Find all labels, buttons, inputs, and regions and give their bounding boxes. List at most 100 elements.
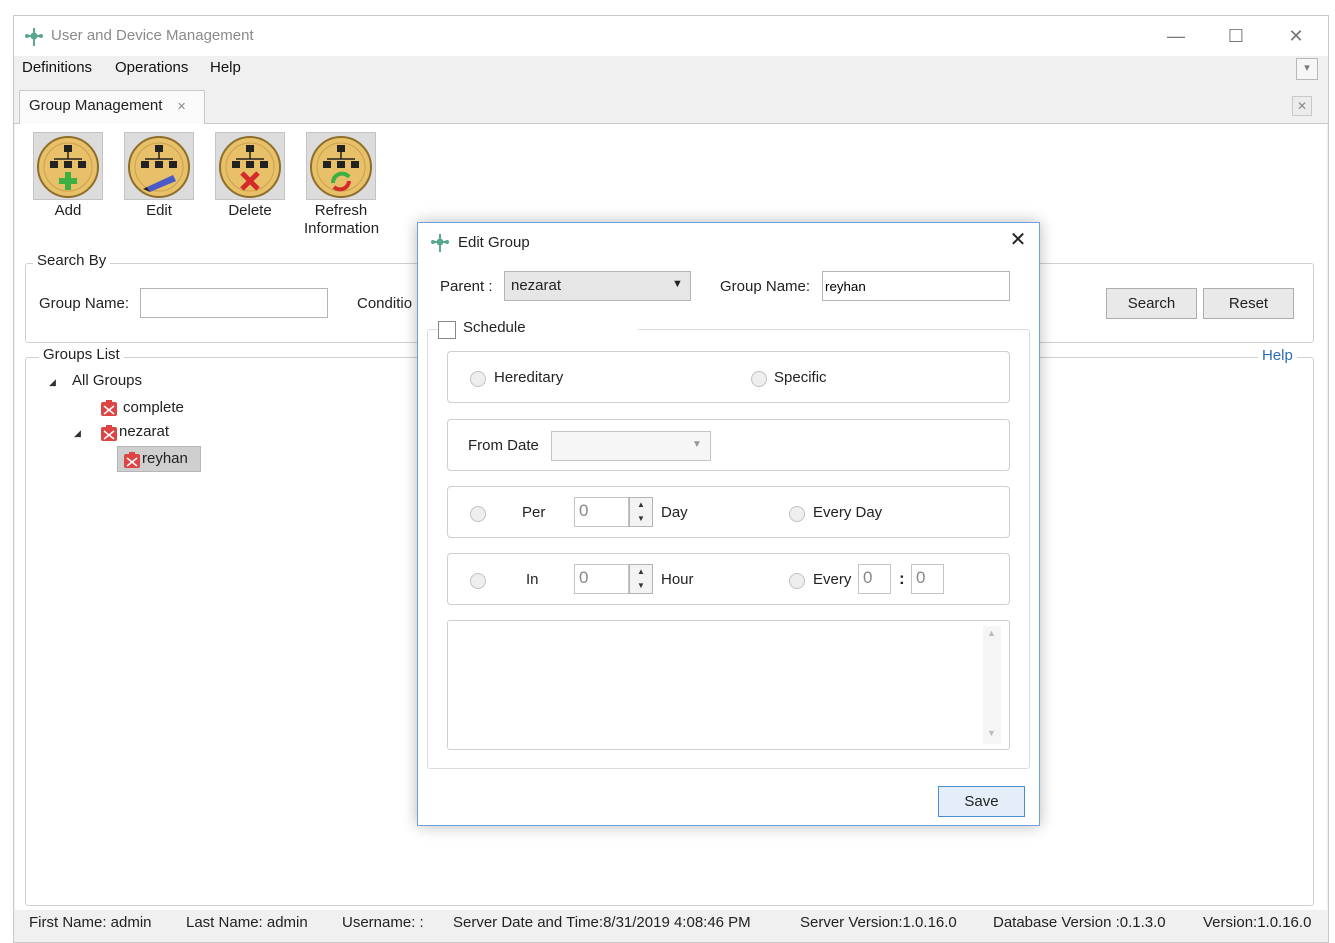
tree-root[interactable]: All Groups <box>72 372 142 389</box>
group-delete-icon <box>215 132 285 200</box>
group-node-icon <box>123 451 141 473</box>
every-label: Every <box>813 571 852 588</box>
reset-button[interactable]: Reset <box>1203 288 1294 319</box>
in-hour-box: In 0 ▲ ▼ Hour Every 0 : 0 <box>447 553 1010 605</box>
per-label: Per <box>522 504 546 521</box>
condition-label: Conditio <box>357 295 413 312</box>
delete-label: Delete <box>228 202 272 219</box>
dialog-title: Edit Group <box>458 234 530 251</box>
from-date-picker[interactable]: ▼ <box>551 431 711 461</box>
window-title: User and Device Management <box>51 27 254 44</box>
status-version: Version:1.0.16.0 <box>1203 914 1312 931</box>
delete-group-button[interactable]: Delete <box>214 132 286 220</box>
from-date-label: From Date <box>468 437 539 454</box>
network-icon <box>24 27 44 47</box>
every-hour-value: 0 <box>863 568 873 587</box>
in-radio[interactable] <box>470 573 486 589</box>
schedule-label: Schedule <box>463 319 526 336</box>
parent-select-value: nezarat <box>511 277 562 294</box>
notes-scrollbar[interactable]: ▲ ▼ <box>983 626 1001 744</box>
chevron-down-icon: ▼ <box>692 439 702 450</box>
from-date-box: From Date ▼ <box>447 419 1010 471</box>
status-bar: First Name: admin Last Name: admin Usern… <box>13 905 1329 943</box>
search-button[interactable]: Search <box>1106 288 1197 319</box>
group-node-icon <box>100 424 118 446</box>
chevron-down-icon[interactable]: ▾ <box>1296 58 1318 80</box>
edit-group-button[interactable]: Edit <box>123 132 195 220</box>
menu-bar: Definitions Operations Help ▾ <box>14 56 1328 82</box>
close-icon[interactable]: ✕ <box>1292 96 1312 116</box>
add-label: Add <box>54 202 82 219</box>
group-node-icon <box>100 399 118 421</box>
network-icon <box>430 233 450 257</box>
status-username: Username: : <box>342 914 424 931</box>
schedule-header: Schedule <box>438 319 638 341</box>
close-icon[interactable]: ✕ <box>1007 229 1029 253</box>
per-day-stepper[interactable]: 0 <box>574 497 629 527</box>
group-refresh-icon <box>306 132 376 200</box>
add-group-button[interactable]: Add <box>32 132 104 220</box>
per-day-box: Per 0 ▲ ▼ Day Every Day <box>447 486 1010 538</box>
spin-up-icon[interactable]: ▲ <box>630 498 652 512</box>
status-server-version: Server Version:1.0.16.0 <box>800 914 957 931</box>
every-time-radio[interactable] <box>789 573 805 589</box>
tree-item-label: nezarat <box>119 423 170 440</box>
parent-select[interactable]: nezarat ▼ <box>504 271 691 301</box>
scope-box: Hereditary Specific <box>447 351 1010 403</box>
spin-down-icon[interactable]: ▼ <box>630 512 652 526</box>
schedule-checkbox[interactable] <box>438 321 456 339</box>
in-hour-spin-buttons[interactable]: ▲ ▼ <box>629 564 653 594</box>
group-name-input[interactable] <box>822 271 1010 301</box>
group-edit-icon <box>124 132 194 200</box>
menu-help[interactable]: Help <box>210 59 241 76</box>
group-add-icon <box>33 132 103 200</box>
search-by-title: Search By <box>33 252 111 269</box>
group-name-label: Group Name: <box>720 278 811 295</box>
specific-label: Specific <box>774 369 827 386</box>
tab-group-management[interactable]: Group Management ✕ <box>19 90 205 125</box>
every-minute-value: 0 <box>916 568 926 587</box>
per-day-spin-buttons[interactable]: ▲ ▼ <box>629 497 653 527</box>
specific-radio[interactable] <box>751 371 767 387</box>
chevron-down-icon: ▼ <box>672 278 683 290</box>
in-hour-stepper[interactable]: 0 <box>574 564 629 594</box>
hereditary-radio[interactable] <box>470 371 486 387</box>
menu-definitions[interactable]: Definitions <box>22 59 92 76</box>
refresh-information-button[interactable]: Refresh Information <box>304 132 380 238</box>
spin-down-icon[interactable]: ▼ <box>630 579 652 593</box>
group-name-search-label: Group Name: <box>39 295 130 312</box>
per-radio[interactable] <box>470 506 486 522</box>
close-window-button[interactable]: ✕ <box>1281 24 1311 48</box>
expand-arrow-icon[interactable]: ◢ <box>74 428 81 439</box>
every-minute-input[interactable]: 0 <box>911 564 944 594</box>
tree-item-label: reyhan <box>142 450 188 467</box>
status-last-name: Last Name: admin <box>186 914 308 931</box>
menu-operations[interactable]: Operations <box>115 59 188 76</box>
refresh-label-line2: Information <box>304 220 380 237</box>
in-label: In <box>526 571 539 588</box>
save-button[interactable]: Save <box>938 786 1025 817</box>
tab-close-icon[interactable]: ✕ <box>177 100 186 113</box>
tree-item-label: complete <box>123 399 184 416</box>
time-separator: : <box>899 569 905 588</box>
every-day-label: Every Day <box>813 504 883 521</box>
refresh-label-line1: Refresh <box>314 202 368 219</box>
expand-arrow-icon[interactable]: ◢ <box>49 377 56 388</box>
scroll-up-icon[interactable]: ▲ <box>987 628 996 638</box>
notes-textarea[interactable]: ▲ ▼ <box>447 620 1010 750</box>
tab-label: Group Management <box>29 97 163 114</box>
group-name-search-input[interactable] <box>140 288 328 318</box>
every-hour-input[interactable]: 0 <box>858 564 891 594</box>
status-first-name: First Name: admin <box>29 914 152 931</box>
scroll-down-icon[interactable]: ▼ <box>987 728 996 738</box>
tree-item-reyhan[interactable]: reyhan <box>117 446 201 472</box>
tab-strip: Group Management ✕ ✕ <box>14 88 1328 125</box>
spin-up-icon[interactable]: ▲ <box>630 565 652 579</box>
hereditary-label: Hereditary <box>494 369 564 386</box>
per-day-value: 0 <box>579 501 589 520</box>
every-day-radio[interactable] <box>789 506 805 522</box>
maximize-button[interactable]: ☐ <box>1221 24 1251 48</box>
minimize-button[interactable]: — <box>1161 24 1191 48</box>
groups-list-title: Groups List <box>39 346 124 363</box>
help-link[interactable]: Help <box>1258 347 1297 364</box>
